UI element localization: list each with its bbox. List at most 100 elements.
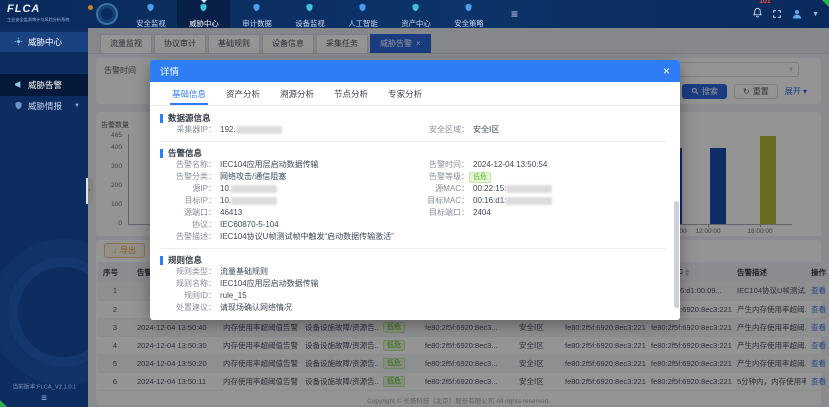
field-value: rule_15 xyxy=(220,291,247,300)
modal-tab-4[interactable]: 专家分析 xyxy=(378,82,432,105)
field-label: 目标MAC： xyxy=(413,195,469,207)
corner-mark-bottom-left xyxy=(0,400,7,407)
nav-item-5[interactable]: 资产中心 xyxy=(389,0,442,28)
sidebar-item-0[interactable]: 威胁中心 xyxy=(0,32,88,52)
modal-scrollbar xyxy=(674,110,679,316)
modal-tab-1[interactable]: 资产分析 xyxy=(216,82,270,105)
alarm-horn-icon xyxy=(14,80,23,91)
sidebar: 威胁中心威胁告警威胁情报▼ 当前版本:FLCA_V2.1.0.1 ≡ xyxy=(0,28,88,407)
field: 目标端口： 2404 xyxy=(413,207,666,219)
sidebar-collapse-icon[interactable]: ≡ xyxy=(0,394,88,404)
logo-title: FLCA xyxy=(7,4,96,15)
field: 规则名称：IEC104应用层启动数据传输 xyxy=(160,278,666,290)
field-value: 10. xyxy=(220,184,231,193)
logo-subtitle: 工业安全监测审计与风险分析系统 xyxy=(7,18,53,22)
modal-tab-3[interactable]: 节点分析 xyxy=(324,82,378,105)
field-label: 告警分类： xyxy=(160,171,216,183)
severity-badge: 低危 xyxy=(469,172,491,183)
nav-item-3[interactable]: 设备监视 xyxy=(283,0,336,28)
modal-scrollbar-thumb[interactable] xyxy=(674,201,679,308)
redacted-value xyxy=(236,126,282,134)
field: 规则类型：流量基础规则 xyxy=(160,266,666,278)
version-label: 当前版本:FLCA_V2.1.0.1 xyxy=(12,383,75,391)
field: 告警分类： 网络攻击/通信阻塞 xyxy=(160,171,413,183)
modal-tab-2[interactable]: 溯源分析 xyxy=(270,82,324,105)
logo-emblem-graphic xyxy=(96,3,118,25)
redacted-value xyxy=(231,185,277,193)
field-label: 源端口： xyxy=(160,207,216,219)
fullscreen-icon[interactable] xyxy=(772,9,782,19)
detail-modal: 详情 × 基础信息资产分析溯源分析节点分析专家分析 数据源信息采集器IP：192… xyxy=(150,60,680,320)
bell-icon xyxy=(752,5,763,23)
field-value: 2024-12-04 13:50:54 xyxy=(473,160,547,169)
topnav-actions: 101 ▼ xyxy=(752,5,829,23)
corner-mark-top-right xyxy=(822,0,829,7)
field-label: 源MAC： xyxy=(413,183,469,195)
field: 告警名称： IEC104应用层启动数据传输 xyxy=(160,159,413,171)
field-label: 源IP： xyxy=(160,183,216,195)
notification-badge: 101 xyxy=(759,0,771,5)
nav-item-0[interactable]: 安全监视 xyxy=(124,0,177,28)
field-label: 告警时间： xyxy=(413,159,469,171)
security-monitor-icon xyxy=(146,0,155,17)
app-logo: FLCA 工业安全监测审计与风险分析系统 xyxy=(0,4,96,24)
field: 目标MAC： 00:16:d1: xyxy=(413,195,666,207)
field-value: 00:16:d1: xyxy=(473,196,506,205)
modal-tab-0[interactable]: 基础信息 xyxy=(162,82,216,105)
user-avatar[interactable] xyxy=(791,8,803,20)
field-label: 规则ID： xyxy=(160,290,216,302)
modal-tabbar: 基础信息资产分析溯源分析节点分析专家分析 xyxy=(150,82,680,106)
primary-nav: 安全监视威胁中心审计数据设备监视人工智能资产中心安全策略 xyxy=(124,0,495,28)
device-monitor-icon xyxy=(305,0,314,17)
field-value: IEC104应用层启动数据传输 xyxy=(220,160,319,169)
field: 源IP： 10. xyxy=(160,183,413,195)
nav-more-icon[interactable]: ≡ xyxy=(511,8,518,20)
field: 告警时间： 2024-12-04 13:50:54 xyxy=(413,159,666,171)
field-label: 告警名称： xyxy=(160,159,216,171)
sidebar-decoration xyxy=(8,257,88,367)
field: 源端口：46413 xyxy=(160,207,413,219)
audit-data-icon xyxy=(252,0,261,17)
gear-icon xyxy=(14,37,23,48)
nav-item-4[interactable]: 人工智能 xyxy=(336,0,389,28)
sidebar-item-label: 威胁中心 xyxy=(28,36,62,48)
sidebar-menu: 威胁中心威胁告警威胁情报▼ xyxy=(0,32,88,116)
section-fields: 采集器IP：192.安全区域：安全Ⅰ区 xyxy=(160,124,666,136)
nav-item-1[interactable]: 威胁中心 xyxy=(177,0,230,28)
section-fields: 规则类型：流量基础规则规则名称：IEC104应用层启动数据传输规则ID： rule… xyxy=(160,266,666,314)
intel-shield-icon xyxy=(14,101,23,112)
close-icon[interactable]: × xyxy=(663,65,670,77)
top-navbar: FLCA 工业安全监测审计与风险分析系统 安全监视威胁中心审计数据设备监视人工智… xyxy=(0,0,829,28)
field-value: 2404 xyxy=(473,208,491,217)
field-label: 目标端口： xyxy=(413,207,469,219)
threat-center-icon xyxy=(199,0,208,17)
modal-body: 数据源信息采集器IP：192.安全区域：安全Ⅰ区告警信息告警名称：IEC104应… xyxy=(150,106,680,319)
modal-title: 详情 xyxy=(160,64,179,78)
user-menu-caret[interactable]: ▼ xyxy=(812,11,819,18)
field-value: 00:22:15: xyxy=(473,184,506,193)
security-policy-icon xyxy=(464,0,473,17)
field-label: 采集器IP： xyxy=(160,124,216,136)
field-value: 网络攻击/通信阻塞 xyxy=(220,172,286,181)
redacted-value xyxy=(231,197,277,205)
sidebar-item-2[interactable]: 威胁情报▼ xyxy=(0,96,88,116)
field: 处置建议：请现场确认网络情况 xyxy=(160,302,666,314)
field-label: 规则名称： xyxy=(160,278,216,290)
field-value: IEC104协议U帧测试帧中触发“启动数据传输激活” xyxy=(220,232,394,241)
field: 源MAC： 00:22:15: xyxy=(413,183,666,195)
field-value: 流量基础规则 xyxy=(220,267,268,276)
asset-center-icon xyxy=(411,0,420,17)
field-label: 处置建议： xyxy=(160,302,216,314)
field-label: 协议： xyxy=(160,219,216,231)
field-label: 目标IP： xyxy=(160,195,216,207)
notifications-button[interactable]: 101 xyxy=(752,5,763,23)
app-screen: FLCA 工业安全监测审计与风险分析系统 安全监视威胁中心审计数据设备监视人工智… xyxy=(0,0,829,407)
field-label: 安全区域： xyxy=(413,124,469,136)
nav-item-2[interactable]: 审计数据 xyxy=(230,0,283,28)
sidebar-item-1[interactable]: 威胁告警 xyxy=(0,74,88,96)
field: 采集器IP：192. xyxy=(160,124,413,136)
ai-icon xyxy=(358,0,367,17)
nav-item-6[interactable]: 安全策略 xyxy=(442,0,495,28)
redacted-value xyxy=(506,185,552,193)
field-value: 10. xyxy=(220,196,231,205)
